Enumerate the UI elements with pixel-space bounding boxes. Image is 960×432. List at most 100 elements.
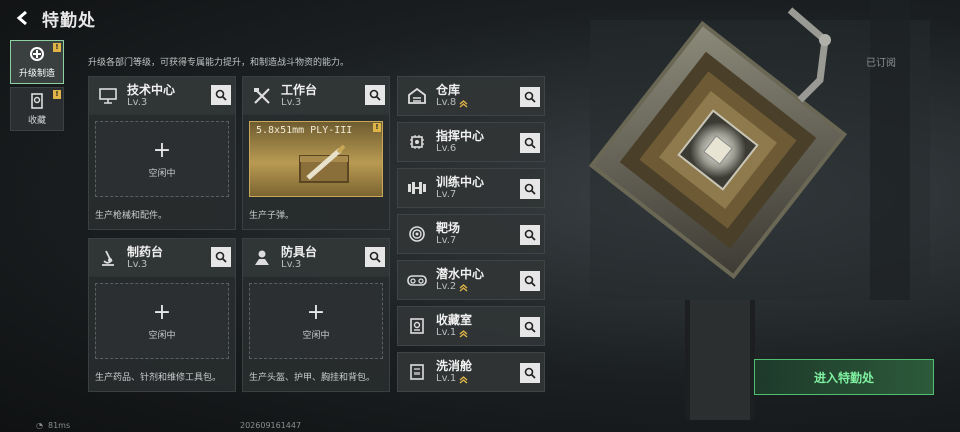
status-bar: ◔ 81ms 202609161447 bbox=[0, 419, 960, 432]
plus-icon: + bbox=[152, 299, 172, 325]
search-icon bbox=[524, 321, 536, 333]
panel-workbench: 工作台 Lv.3 5.8x51mm PLY-III ! 生产子弹。 bbox=[242, 76, 390, 230]
inspect-button[interactable] bbox=[365, 85, 385, 105]
microscope-icon bbox=[102, 250, 114, 266]
plus-icon: + bbox=[306, 299, 326, 325]
production-item-card[interactable]: 5.8x51mm PLY-III ! bbox=[249, 121, 383, 197]
inspect-button[interactable] bbox=[211, 247, 231, 267]
slot-status: 空闲中 bbox=[148, 168, 176, 179]
panel-level: Lv.3 bbox=[127, 258, 148, 270]
ping-value: 81ms bbox=[48, 421, 71, 430]
panel-name: 技术中心 bbox=[127, 82, 176, 97]
search-icon bbox=[215, 251, 227, 263]
department-training-center[interactable]: 训练中心 Lv.7 bbox=[397, 168, 545, 208]
inspect-button[interactable] bbox=[211, 85, 231, 105]
alert-badge: ! bbox=[53, 43, 61, 52]
top-bar: 特勤处 bbox=[0, 0, 960, 36]
command-chip-icon bbox=[410, 135, 424, 149]
panel-name: 防具台 bbox=[281, 244, 318, 259]
department-level: Lv.1 bbox=[436, 327, 457, 338]
department-name: 潜水中心 bbox=[436, 267, 485, 281]
search-icon bbox=[215, 89, 227, 101]
inspect-button[interactable] bbox=[520, 225, 540, 245]
diving-mask-icon bbox=[407, 275, 427, 286]
upgrade-available-icon bbox=[459, 283, 468, 292]
upgrade-available-icon bbox=[459, 375, 468, 384]
session-id: 202609161447 bbox=[240, 421, 302, 430]
sidebar-tab-upgrade[interactable]: 升级制造 ! bbox=[10, 40, 64, 84]
panel-tech-center: 技术中心 Lv.3 + 空闲中 生产枪械和配件。 bbox=[88, 76, 236, 230]
department-level: Lv.2 bbox=[436, 281, 457, 292]
slot-status: 空闲中 bbox=[148, 330, 176, 341]
search-icon bbox=[524, 367, 536, 379]
panel-footer: 生产药品、针剂和维修工具包。 bbox=[95, 373, 222, 383]
alert-badge: ! bbox=[53, 90, 61, 99]
upgrade-icon bbox=[30, 47, 44, 61]
department-level: Lv.7 bbox=[436, 235, 457, 246]
panel-name: 制药台 bbox=[127, 244, 164, 259]
panel-header[interactable]: 技术中心 Lv.3 bbox=[89, 77, 235, 115]
inspect-button[interactable] bbox=[520, 179, 540, 199]
inspect-button[interactable] bbox=[520, 87, 540, 107]
shower-icon bbox=[410, 364, 424, 380]
warehouse-icon bbox=[408, 87, 426, 104]
panel-armor: 防具台 Lv.3 + 空闲中 生产头盔、护甲、胸挂和背包。 bbox=[242, 238, 390, 392]
item-name: 5.8x51mm PLY-III bbox=[256, 125, 353, 136]
search-icon bbox=[369, 89, 381, 101]
panel-name: 工作台 bbox=[281, 82, 318, 97]
collection-icon bbox=[31, 93, 43, 109]
production-slot[interactable]: + 空闲中 bbox=[95, 121, 229, 197]
sidebar-tab-collection[interactable]: 收藏 ! bbox=[10, 87, 64, 131]
armor-icon bbox=[255, 250, 269, 265]
panel-header[interactable]: 防具台 Lv.3 bbox=[243, 239, 389, 277]
wifi-icon: ◔ bbox=[36, 421, 43, 430]
department-shooting-range[interactable]: 靶场 Lv.7 bbox=[397, 214, 545, 254]
inspect-button[interactable] bbox=[520, 317, 540, 337]
search-icon bbox=[524, 275, 536, 287]
panel-level: Lv.3 bbox=[281, 96, 302, 108]
search-icon bbox=[524, 229, 536, 241]
department-command-center[interactable]: 指挥中心 Lv.6 bbox=[397, 122, 545, 162]
department-level: Lv.1 bbox=[436, 373, 457, 384]
panel-footer: 生产头盔、护甲、胸挂和背包。 bbox=[249, 373, 376, 383]
inspect-button[interactable] bbox=[520, 133, 540, 153]
back-arrow-icon bbox=[16, 10, 27, 26]
upgrade-available-icon bbox=[459, 329, 468, 338]
department-name: 指挥中心 bbox=[436, 129, 485, 143]
production-slot[interactable]: + 空闲中 bbox=[95, 283, 229, 359]
department-diving-center[interactable]: 潜水中心 Lv.2 bbox=[397, 260, 545, 300]
sidebar: 升级制造 ! 收藏 ! bbox=[10, 40, 64, 134]
inspect-button[interactable] bbox=[520, 271, 540, 291]
page-description: 升级各部门等级，可获得专属能力提升，和制造战斗物资的能力。 bbox=[88, 58, 350, 68]
upgrade-available-icon bbox=[459, 99, 468, 108]
inspect-button[interactable] bbox=[365, 247, 385, 267]
vault-icon bbox=[410, 318, 424, 334]
alert-badge: ! bbox=[373, 123, 381, 132]
department-collection-room[interactable]: 收藏室 Lv.1 bbox=[397, 306, 545, 346]
hammer-wrench-icon bbox=[254, 87, 270, 104]
sidebar-tab-label: 升级制造 bbox=[18, 69, 55, 79]
production-slot[interactable]: + 空闲中 bbox=[249, 283, 383, 359]
inspect-button[interactable] bbox=[520, 363, 540, 383]
search-icon bbox=[524, 137, 536, 149]
subscription-status: 已订阅 bbox=[866, 58, 896, 69]
slot-status: 空闲中 bbox=[302, 330, 330, 341]
panel-footer: 生产子弹。 bbox=[249, 211, 295, 221]
panel-pharmacy: 制药台 Lv.3 + 空闲中 生产药品、针剂和维修工具包。 bbox=[88, 238, 236, 392]
search-icon bbox=[524, 91, 536, 103]
panel-header[interactable]: 工作台 Lv.3 bbox=[243, 77, 389, 115]
department-name: 洗消舱 bbox=[436, 359, 473, 373]
search-icon bbox=[524, 183, 536, 195]
department-name: 仓库 bbox=[436, 83, 461, 97]
department-name: 收藏室 bbox=[436, 313, 473, 327]
department-name: 靶场 bbox=[436, 221, 461, 235]
panel-header[interactable]: 制药台 Lv.3 bbox=[89, 239, 235, 277]
computer-icon bbox=[99, 87, 117, 104]
department-warehouse[interactable]: 仓库 Lv.8 bbox=[397, 76, 545, 116]
ammo-crate-icon bbox=[299, 144, 349, 183]
department-decontamination-chamber[interactable]: 洗消舱 Lv.1 bbox=[397, 352, 545, 392]
enter-special-ops-button[interactable]: 进入特勤处 bbox=[754, 359, 934, 395]
dumbbell-icon bbox=[408, 182, 426, 194]
back-button[interactable] bbox=[8, 3, 38, 33]
search-icon bbox=[369, 251, 381, 263]
